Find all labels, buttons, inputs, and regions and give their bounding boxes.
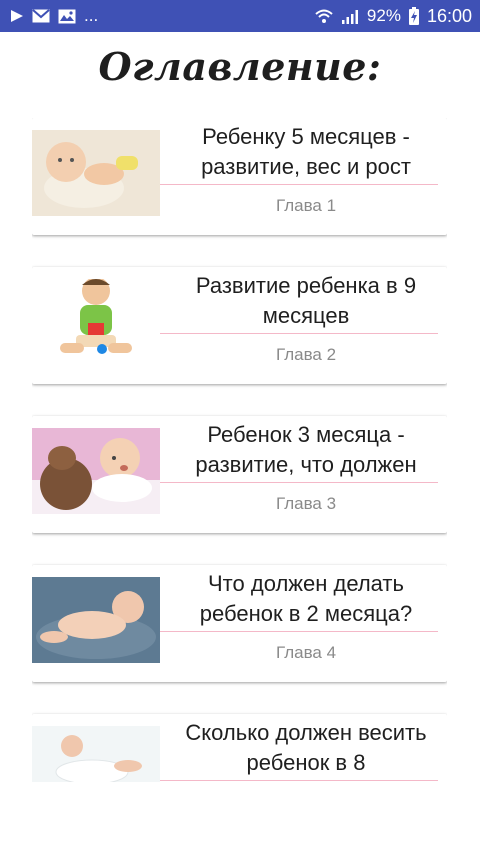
chapter-thumbnail-2 [32, 279, 160, 365]
chapter-thumbnail-3 [32, 428, 160, 514]
chapter-label-3: Глава 3 [275, 494, 337, 513]
chapter-label-4: Глава 4 [275, 643, 337, 662]
mail-icon [32, 9, 50, 23]
status-left: ... [10, 6, 98, 26]
chapter-thumbnail-4 [32, 577, 160, 663]
chapter-title-2: Развитие ребенка в 9 месяцев [195, 273, 417, 328]
chapter-divider [160, 482, 438, 483]
chapter-card-1[interactable]: Ребенку 5 месяцев - развитие, вес и рост… [32, 118, 447, 235]
chapter-thumbnail-5 [32, 726, 160, 782]
clock: 16:00 [426, 5, 472, 26]
status-bar: ... 92% 16:00 [0, 0, 480, 32]
chapter-list[interactable]: Ребенку 5 месяцев - развитие, вес и рост… [32, 118, 447, 782]
chapter-title-1: Ребенку 5 месяцев - развитие, вес и рост [201, 124, 411, 179]
page-title: Оглавление: [98, 44, 382, 89]
chapter-divider [160, 631, 438, 632]
chapter-card-2[interactable]: Развитие ребенка в 9 месяцев Глава 2 [32, 267, 447, 384]
chapter-title-4: Что должен делать ребенок в 2 месяца? [199, 571, 413, 626]
chapter-divider [160, 333, 438, 334]
wifi-icon [315, 9, 333, 24]
image-icon [58, 9, 76, 24]
battery-percent: 92% [366, 6, 401, 25]
chapter-divider [160, 780, 438, 781]
chapter-title-3: Ребенок 3 месяца - развитие, что должен [195, 422, 417, 477]
battery-charging-icon [408, 7, 419, 25]
status-right: 92% 16:00 [315, 6, 472, 27]
notifications-overflow: ... [84, 6, 99, 25]
chapter-thumbnail-1 [32, 130, 160, 216]
chapter-title-5: Сколько должен весить ребенок в 8 [185, 720, 427, 775]
chapter-label-2: Глава 2 [275, 345, 337, 364]
play-icon [10, 9, 24, 23]
chapter-label-1: Глава 1 [275, 196, 337, 215]
chapter-card-3[interactable]: Ребенок 3 месяца - развитие, что должен … [32, 416, 447, 533]
chapter-divider [160, 184, 438, 185]
signal-icon [341, 9, 359, 24]
chapter-card-5[interactable]: Сколько должен весить ребенок в 8 [32, 714, 447, 782]
chapter-card-4[interactable]: Что должен делать ребенок в 2 месяца? Гл… [32, 565, 447, 682]
